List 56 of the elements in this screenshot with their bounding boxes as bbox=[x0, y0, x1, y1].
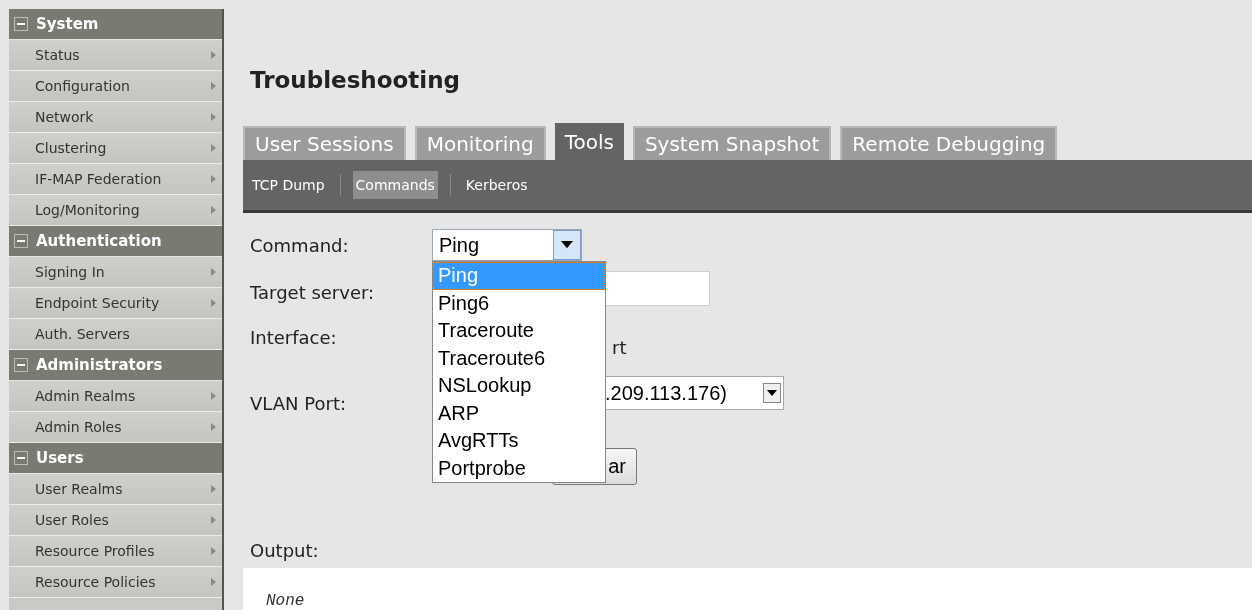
output-text: None bbox=[266, 592, 305, 610]
field-label: VLAN Port: bbox=[249, 391, 347, 416]
sidebar-item[interactable]: Signing In bbox=[9, 257, 222, 288]
interface-value: rt bbox=[612, 336, 627, 358]
section-title: Administrators bbox=[36, 356, 163, 374]
chevron-right-icon bbox=[211, 175, 216, 183]
dropdown-arrow-icon bbox=[561, 241, 573, 249]
chevron-right-icon bbox=[211, 485, 216, 493]
chevron-right-icon bbox=[211, 516, 216, 524]
chevron-right-icon bbox=[211, 578, 216, 586]
sidebar-section-header[interactable]: Administrators bbox=[9, 350, 222, 381]
sidebar-item[interactable]: User Realms bbox=[9, 474, 222, 505]
sidebar-item[interactable]: Clustering bbox=[9, 133, 222, 164]
sidebar-section-header[interactable]: System bbox=[9, 9, 222, 40]
sidebar-item[interactable]: Network bbox=[9, 102, 222, 133]
field-label: Command: bbox=[249, 233, 350, 258]
sidebar-item[interactable]: Status bbox=[9, 40, 222, 71]
chevron-right-icon bbox=[211, 392, 216, 400]
collapse-icon[interactable] bbox=[14, 451, 28, 465]
chevron-right-icon bbox=[211, 268, 216, 276]
sidebar-section-header[interactable]: Users bbox=[9, 443, 222, 474]
sidebar-section-header[interactable]: Authentication bbox=[9, 226, 222, 257]
sidebar-item[interactable]: Resource Profiles bbox=[9, 536, 222, 567]
sidebar-item[interactable]: User Roles bbox=[9, 505, 222, 536]
chevron-right-icon bbox=[211, 299, 216, 307]
sidebar-item[interactable]: Configuration bbox=[9, 71, 222, 102]
page-title: Troubleshooting bbox=[250, 66, 461, 95]
dropdown-arrow-icon bbox=[767, 390, 777, 396]
command-select[interactable]: Ping bbox=[432, 229, 582, 261]
section-title: System bbox=[36, 15, 99, 33]
sidebar-item[interactable]: Admin Roles bbox=[9, 412, 222, 443]
chevron-right-icon bbox=[211, 113, 216, 121]
subtab[interactable]: TCP Dump bbox=[249, 171, 328, 199]
chevron-right-icon bbox=[211, 51, 216, 59]
chevron-right-icon bbox=[211, 82, 216, 90]
collapse-icon[interactable] bbox=[14, 234, 28, 248]
collapse-icon[interactable] bbox=[14, 17, 28, 31]
dropdown-button[interactable] bbox=[553, 230, 581, 260]
sidebar-item[interactable]: Endpoint Security bbox=[9, 288, 222, 319]
chevron-right-icon bbox=[211, 547, 216, 555]
field-label: Target server: bbox=[249, 280, 376, 305]
section-title: Authentication bbox=[36, 232, 162, 250]
sidebar-item[interactable]: Resource Policies bbox=[9, 567, 222, 598]
sidebar-item[interactable]: Log/Monitoring bbox=[9, 195, 222, 226]
chevron-right-icon bbox=[211, 423, 216, 431]
subtab[interactable]: Kerberos bbox=[462, 171, 531, 199]
output-label: Output: bbox=[249, 540, 320, 563]
sidebar-item[interactable]: Admin Realms bbox=[9, 381, 222, 412]
collapse-icon[interactable] bbox=[14, 358, 28, 372]
chevron-right-icon bbox=[211, 144, 216, 152]
chevron-right-icon bbox=[211, 206, 216, 214]
section-title: Users bbox=[36, 449, 84, 467]
sidebar-item[interactable]: IF-MAP Federation bbox=[9, 164, 222, 195]
field-label: Interface: bbox=[249, 325, 338, 350]
tab[interactable]: Tools bbox=[554, 123, 624, 160]
sidebar-item[interactable]: Auth. Servers bbox=[9, 319, 222, 350]
